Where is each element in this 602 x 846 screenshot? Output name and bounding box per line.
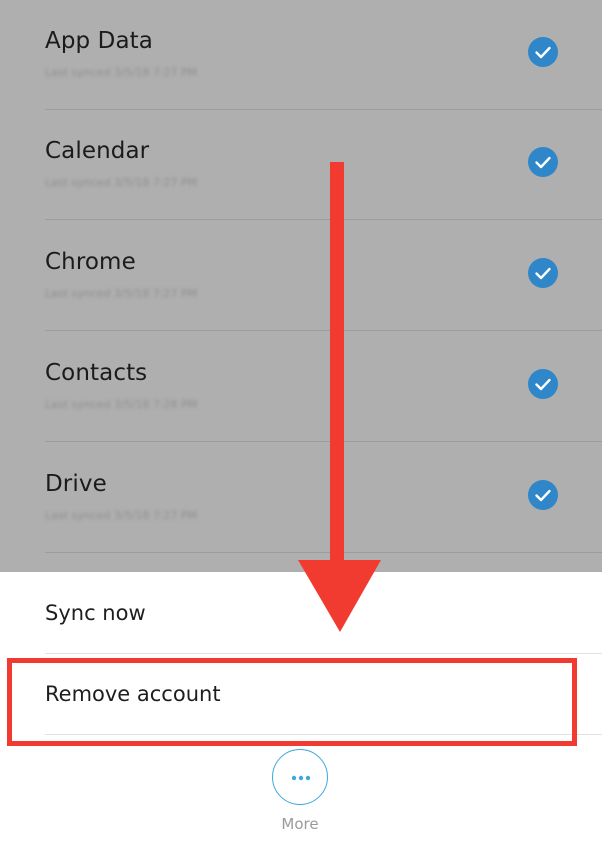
divider	[45, 653, 602, 654]
sync-item-chrome[interactable]: Chrome Last synced 3/5/18 7:27 PM	[45, 221, 602, 331]
check-circle-icon[interactable]	[528, 147, 558, 177]
divider	[45, 219, 602, 220]
divider	[45, 441, 602, 442]
check-circle-icon[interactable]	[528, 258, 558, 288]
sync-item-title: Drive	[45, 471, 107, 497]
highlight-box	[7, 658, 577, 746]
sync-item-title: Chrome	[45, 249, 136, 275]
sync-item-contacts[interactable]: Contacts Last synced 3/5/18 7:28 PM	[45, 332, 602, 442]
sync-item-calendar[interactable]: Calendar Last synced 3/5/18 7:27 PM	[45, 110, 602, 220]
check-circle-icon[interactable]	[528, 369, 558, 399]
sync-item-subtitle: Last synced 3/5/18 7:28 PM	[45, 398, 198, 411]
bottom-sheet: Sync now Remove account More	[0, 572, 602, 846]
more-dots-icon	[291, 775, 311, 781]
more-button[interactable]	[272, 749, 328, 805]
sync-list: App Data Last synced 3/5/18 7:27 PM Cale…	[0, 0, 602, 572]
sync-item-subtitle: Last synced 3/5/18 7:27 PM	[45, 509, 198, 522]
sync-item-title: Contacts	[45, 360, 148, 386]
sync-item-subtitle: Last synced 3/5/18 7:27 PM	[45, 66, 198, 79]
more-label: More	[281, 815, 319, 833]
check-circle-icon[interactable]	[528, 37, 558, 67]
sync-item-subtitle: Last synced 3/5/18 7:27 PM	[45, 176, 198, 189]
divider	[45, 552, 602, 553]
sync-item-title: Calendar	[45, 138, 150, 164]
sync-item-app-data[interactable]: App Data Last synced 3/5/18 7:27 PM	[45, 0, 602, 110]
sync-item-title: App Data	[45, 28, 153, 54]
sync-now-label: Sync now	[45, 601, 146, 625]
sync-now-item[interactable]: Sync now	[0, 574, 602, 654]
check-circle-icon[interactable]	[528, 480, 558, 510]
divider	[45, 330, 602, 331]
sync-item-subtitle: Last synced 3/5/18 7:27 PM	[45, 287, 198, 300]
sync-item-drive[interactable]: Drive Last synced 3/5/18 7:27 PM	[45, 443, 602, 553]
